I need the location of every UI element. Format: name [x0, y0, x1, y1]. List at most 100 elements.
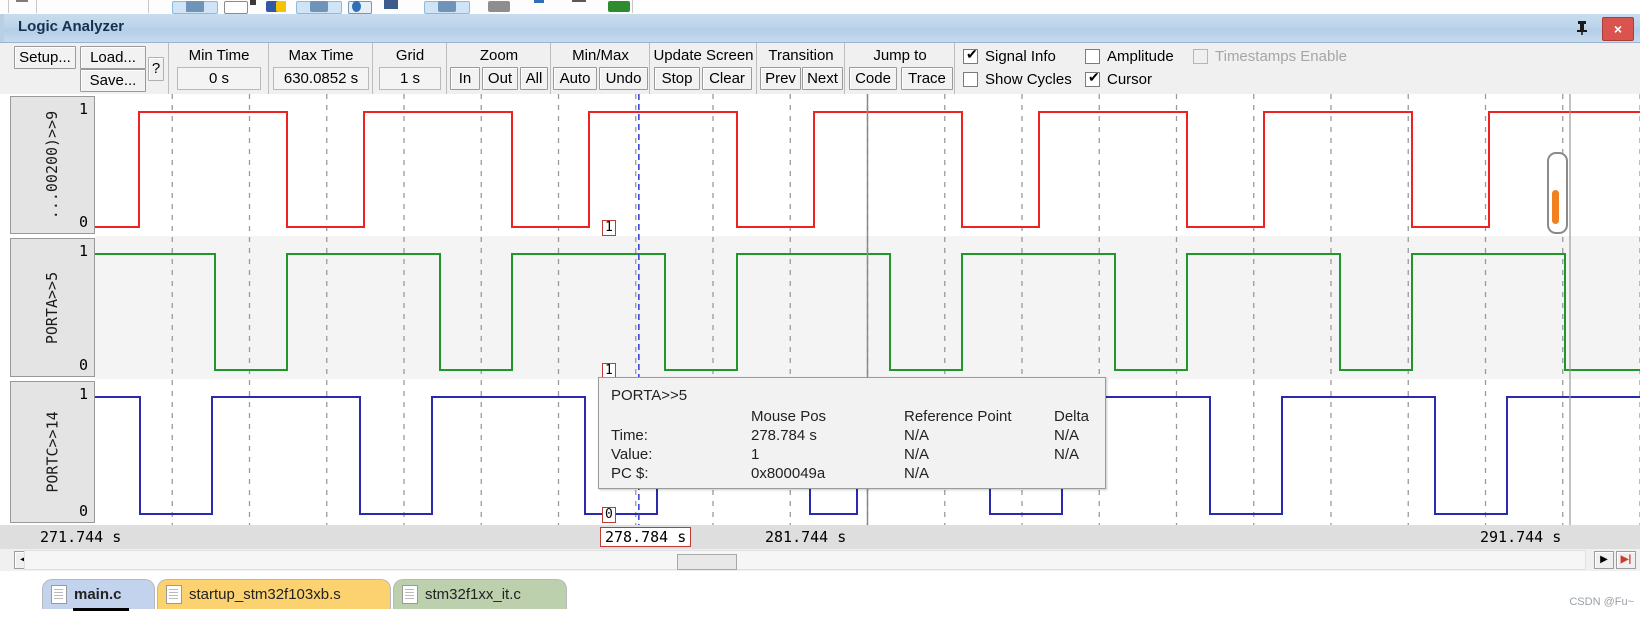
- window-glyph-icon: [186, 1, 204, 12]
- cursor-value-flag-0: 1: [602, 220, 616, 236]
- timestamps-enable-label: Timestamps Enable: [1215, 48, 1347, 65]
- load-button[interactable]: Load...: [80, 46, 146, 69]
- jump-to-group: Jump to Code Trace: [844, 43, 955, 94]
- signal-info-label[interactable]: Signal Info: [985, 48, 1056, 65]
- options-group: ✔ Signal Info Amplitude Timestamps Enabl…: [954, 43, 1640, 94]
- logic-analyzer-toolbar: Setup... Load... Save... ? Min Time 0 s …: [0, 43, 1640, 95]
- max-time-group: Max Time 630.0852 s: [268, 43, 373, 94]
- tooltip-signal-name: PORTA>>5: [611, 387, 688, 404]
- cursor-label[interactable]: Cursor: [1107, 71, 1152, 88]
- zoom-out-button[interactable]: Out: [482, 67, 518, 90]
- main-toolbar-strip[interactable]: [0, 0, 640, 15]
- file-group: Setup... Load... Save... ?: [0, 43, 168, 94]
- check-icon: ✔: [1088, 69, 1100, 85]
- setup-button[interactable]: Setup...: [14, 46, 76, 69]
- scroll-right-button[interactable]: ▶: [1594, 551, 1614, 569]
- tooltip-row-value-delta: N/A: [1054, 446, 1080, 463]
- max-time-header: Max Time: [288, 47, 354, 64]
- waveform-canvas[interactable]: 1 0 ...00200)>>9 1 0 PORTA>>5 1 0 PORTC>…: [0, 94, 1640, 526]
- min-time-header: Min Time: [188, 47, 250, 64]
- min-time-field[interactable]: 0 s: [177, 67, 261, 90]
- signal-vertical-scrollbar[interactable]: [1547, 152, 1568, 234]
- tooltip-row-pc-ref: N/A: [904, 465, 930, 482]
- tooltip-row-value-mouse: 1: [751, 446, 760, 463]
- chevron-down-icon[interactable]: [250, 0, 256, 14]
- transition-group: Transition Prev Next: [756, 43, 845, 94]
- signal-info-tooltip: PORTA>>5 Mouse Pos Reference Point Delta…: [598, 377, 1106, 489]
- close-icon[interactable]: ×: [1602, 17, 1634, 41]
- tab-startup-stm32f103xb-s[interactable]: startup_stm32f103xb.s: [157, 579, 391, 609]
- tab-active-underline: [73, 608, 129, 611]
- zoom-all-button[interactable]: All: [520, 67, 548, 90]
- toolbox-icon[interactable]: [534, 0, 544, 14]
- tab-main-c[interactable]: main.c: [42, 579, 155, 611]
- minmax-auto-button[interactable]: Auto: [553, 67, 597, 90]
- show-cycles-checkbox[interactable]: [963, 72, 978, 87]
- grid-header: Grid: [395, 47, 425, 64]
- update-clear-button[interactable]: Clear: [702, 67, 752, 90]
- amplitude-label[interactable]: Amplitude: [1107, 48, 1174, 65]
- list-icon[interactable]: [572, 0, 586, 14]
- transition-next-button[interactable]: Next: [802, 67, 843, 90]
- max-time-field[interactable]: 630.0852 s: [273, 67, 369, 90]
- zoom-group: Zoom In Out All: [446, 43, 551, 94]
- system-viewer-icon[interactable]: [488, 1, 510, 12]
- tooltip-row-time-ref: N/A: [904, 427, 930, 444]
- tooltip-col-reference-point: Reference Point: [904, 408, 1012, 425]
- zoom-in-button[interactable]: In: [450, 67, 480, 90]
- tooltip-col-mouse-pos: Mouse Pos: [751, 408, 827, 425]
- file-icon: [402, 585, 418, 604]
- check-icon: ✔: [966, 46, 978, 62]
- scroll-to-end-button[interactable]: ▶|: [1616, 551, 1636, 569]
- toolbar-separator: [632, 0, 633, 13]
- tooltip-row-value-label: Value:: [611, 446, 653, 463]
- excel-export-icon[interactable]: [608, 1, 630, 12]
- jump-trace-button[interactable]: Trace: [901, 67, 953, 90]
- min-time-group: Min Time 0 s: [168, 43, 269, 94]
- tooltip-row-pc-mouse: 0x800049a: [751, 465, 826, 482]
- jump-code-button[interactable]: Code: [849, 67, 897, 90]
- serial-glyph-icon: [310, 1, 328, 12]
- update-screen-group: Update Screen Stop Clear: [649, 43, 757, 94]
- page-title: Logic Analyzer: [18, 18, 125, 35]
- cursor-checkbox[interactable]: ✔: [1085, 69, 1100, 87]
- time-ruler[interactable]: 271.744 s 281.744 s 291.744 s 278.784 s: [0, 525, 1640, 550]
- minmax-header: Min/Max: [572, 47, 629, 64]
- help-button[interactable]: ?: [148, 57, 164, 81]
- update-stop-button[interactable]: Stop: [654, 67, 700, 90]
- tooltip-row-time-label: Time:: [611, 427, 648, 444]
- scrollbar-thumb[interactable]: [1552, 190, 1559, 224]
- watch-window-icon[interactable]: [224, 1, 248, 14]
- update-screen-header: Update Screen: [653, 47, 754, 64]
- toolbar-separator: [8, 0, 9, 13]
- transition-prev-button[interactable]: Prev: [760, 67, 801, 90]
- file-icon: [51, 585, 67, 604]
- grid-field[interactable]: 1 s: [379, 67, 441, 90]
- save-button[interactable]: Save...: [80, 69, 146, 92]
- amplitude-checkbox[interactable]: [1085, 49, 1100, 64]
- pin-icon[interactable]: [1572, 18, 1592, 38]
- timestamps-enable-checkbox: [1193, 49, 1208, 64]
- tooltip-row-time-delta: N/A: [1054, 427, 1080, 444]
- minmax-undo-button[interactable]: Undo: [599, 67, 648, 90]
- logic-analyzer-icon[interactable]: [384, 0, 398, 14]
- cursor-value-flag-2: 0: [602, 507, 616, 523]
- trace-glyph-icon: [438, 1, 456, 12]
- signal-info-checkbox[interactable]: ✔: [963, 46, 978, 64]
- titlebar-accent: [0, 14, 4, 42]
- watermark: CSDN @Fu~: [1569, 596, 1634, 608]
- tab-stm32f1xx-it-c[interactable]: stm32f1xx_it.c: [393, 579, 567, 609]
- tab-label-1: startup_stm32f103xb.s: [189, 586, 341, 603]
- hscroll-track[interactable]: [24, 550, 1586, 570]
- ruler-right-time: 291.744 s: [1480, 528, 1562, 546]
- memory-icon-accent: [276, 1, 286, 12]
- toolbar-icon[interactable]: [16, 0, 28, 14]
- analysis-dot-icon: [352, 1, 361, 12]
- grid-group: Grid 1 s: [372, 43, 447, 94]
- zoom-header: Zoom: [479, 47, 519, 64]
- tooltip-row-time-mouse: 278.784 s: [751, 427, 817, 444]
- logic-analyzer-titlebar: Logic Analyzer ×: [0, 14, 1640, 43]
- show-cycles-label[interactable]: Show Cycles: [985, 71, 1072, 88]
- hscroll-thumb[interactable]: [677, 554, 737, 570]
- horizontal-scrollbar[interactable]: ◀ ▶ ▶|: [0, 549, 1640, 572]
